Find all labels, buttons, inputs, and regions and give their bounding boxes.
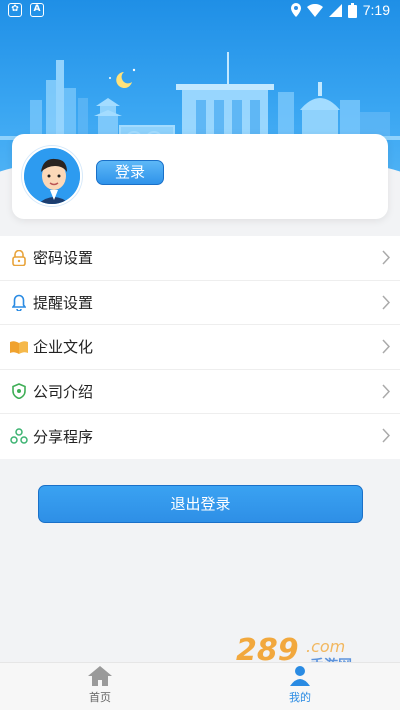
chevron-right-icon [382,383,390,399]
signal-icon [328,3,342,17]
chevron-right-icon [382,294,390,310]
user-avatar-icon [24,148,80,204]
menu-item-reminder-settings[interactable]: 提醒设置 [0,281,400,325]
chevron-right-icon [382,428,390,443]
tab-home[interactable]: 首页 [0,663,200,710]
home-icon [88,666,112,686]
profile-card: 登录 [12,134,388,219]
a-icon: A [30,3,44,17]
menu-item-share-app[interactable]: 分享程序 [0,414,400,459]
battery-icon [347,2,357,18]
app-icon: ✿ [8,3,22,17]
login-button[interactable]: 登录 [96,160,164,185]
menu-item-corporate-culture[interactable]: 企业文化 [0,325,400,370]
shield-icon [9,381,29,401]
svg-text:.com: .com [306,637,345,656]
menu-item-company-intro[interactable]: 公司介绍 [0,370,400,414]
menu-item-label: 分享程序 [33,427,94,446]
wifi-icon [306,3,323,17]
menu-item-label: 密码设置 [33,249,94,268]
book-icon [9,337,29,357]
user-icon [290,666,310,686]
share-icon [9,426,29,446]
tab-mine[interactable]: 我的 [200,663,400,710]
chevron-right-icon [382,250,390,265]
bottom-nav: 首页 我的 [0,662,400,710]
location-icon [290,3,301,17]
avatar[interactable] [22,146,82,206]
city-skyline-illustration [0,52,400,140]
menu-item-label: 提醒设置 [33,293,94,312]
menu-item-label: 公司介绍 [33,382,94,401]
tab-mine-label: 我的 [289,691,311,704]
status-time: 7:19 [362,2,390,18]
settings-menu: 密码设置 提醒设置 企业文化 公司介绍 分享程序 [0,236,400,459]
menu-item-label: 企业文化 [33,338,94,357]
lock-icon [9,248,29,268]
menu-item-password-settings[interactable]: 密码设置 [0,236,400,281]
status-bar: ✿ A 7:19 [0,0,400,22]
tab-home-label: 首页 [89,691,111,704]
logout-button[interactable]: 退出登录 [38,485,363,523]
chevron-right-icon [382,339,390,354]
bell-icon [9,292,29,312]
